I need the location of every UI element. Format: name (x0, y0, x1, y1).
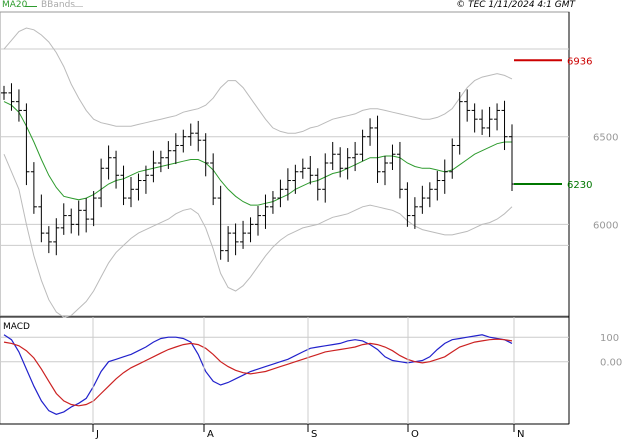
ohlc-bar (105, 145, 112, 180)
ohlc-bar (98, 158, 105, 208)
ohlc-bar (396, 141, 403, 199)
ohlc-bar (419, 185, 426, 214)
ohlc-bar (113, 150, 120, 189)
ohlc-bar (255, 205, 261, 236)
ohlc-bar (240, 220, 247, 249)
ohlc-bar (53, 218, 60, 256)
price-chart-svg: 6936 6230 J A S O N 6000 6500 0.00 100 (0, 11, 622, 440)
ohlc-bar (1, 85, 7, 100)
ohlc-bar (68, 208, 75, 234)
ohlc-bar (225, 226, 232, 262)
ohlc-bar (83, 198, 90, 233)
ohlc-bar (367, 118, 374, 146)
ohlc-bar (23, 103, 30, 186)
ohlc-bar (434, 170, 441, 201)
ohlc-bar (120, 165, 127, 206)
ohlc-bar (210, 153, 217, 206)
macd-y-tick-label: 0.00 (600, 358, 622, 369)
ohlc-bar (426, 182, 433, 208)
level-label-6936: 6936 (567, 56, 592, 67)
ohlc-bar (307, 155, 314, 185)
ohlc-bar (38, 194, 45, 243)
ohlc-bar (60, 203, 67, 235)
macd-y-tick-label: 100 (600, 333, 619, 344)
level-label-6230: 6230 (567, 180, 592, 191)
ohlc-bar (494, 103, 501, 131)
ohlc-bar (128, 177, 134, 208)
ohlc-bar (314, 168, 321, 201)
ohlc-bar (262, 194, 269, 229)
x-tick-label: N (517, 429, 524, 440)
ohlc-bar (30, 162, 37, 214)
ohlc-bar (277, 179, 284, 208)
ohlc-bar (337, 147, 344, 178)
ohlc-bar (292, 164, 299, 194)
ohlc-bar (90, 191, 97, 227)
ohlc-bar (187, 123, 194, 146)
ohlc-bar (195, 120, 202, 152)
ohlc-bar (449, 138, 456, 179)
chart-frame: MA20 BBands © TEC 1/11/2024 4:1 GMT 6936… (0, 0, 627, 440)
ohlc-bar (217, 185, 224, 260)
price-panel-frame (0, 11, 570, 317)
x-tick-label: A (207, 429, 214, 440)
bband-lower-line (3, 154, 513, 318)
signal-line (3, 338, 513, 407)
ohlc-bar (464, 89, 471, 122)
x-tick-label: S (311, 429, 317, 440)
ohlc-bar (172, 133, 179, 165)
ohlc-bar (441, 159, 448, 194)
x-tick-label: J (95, 429, 99, 440)
ohlc-bar (135, 173, 142, 201)
ohlc-bar (509, 124, 515, 192)
ohlc-bar (45, 226, 52, 254)
macd-label: MACD (3, 322, 30, 332)
ohlc-bar (247, 217, 254, 243)
y-tick-label: 6000 (593, 220, 618, 231)
macd-panel-frame (0, 315, 570, 425)
ohlc-bar (157, 150, 164, 173)
bband-upper-line (3, 27, 513, 134)
ohlc-bar (389, 144, 396, 171)
ohlc-bar (471, 103, 478, 133)
ohlc-bar (359, 129, 366, 162)
ohlc-bar (404, 182, 411, 227)
ohlc-bar (75, 200, 82, 236)
ohlc-bar (374, 115, 381, 183)
ohlc-bar (352, 141, 359, 172)
x-tick-label: O (411, 429, 419, 440)
macd-line (3, 334, 513, 415)
ohlc-bar (232, 223, 239, 256)
ohlc-bar (382, 155, 388, 186)
y-tick-label: 6500 (593, 133, 618, 144)
ohlc-bar (150, 150, 157, 183)
ohlc-bar (486, 106, 493, 138)
ohlc-bar (329, 141, 336, 171)
ohlc-bar (344, 148, 351, 180)
ohlc-bar (479, 109, 486, 135)
ohlc-bar (299, 158, 306, 179)
ohlc-bar (180, 129, 187, 153)
ohlc-bar (202, 133, 209, 177)
